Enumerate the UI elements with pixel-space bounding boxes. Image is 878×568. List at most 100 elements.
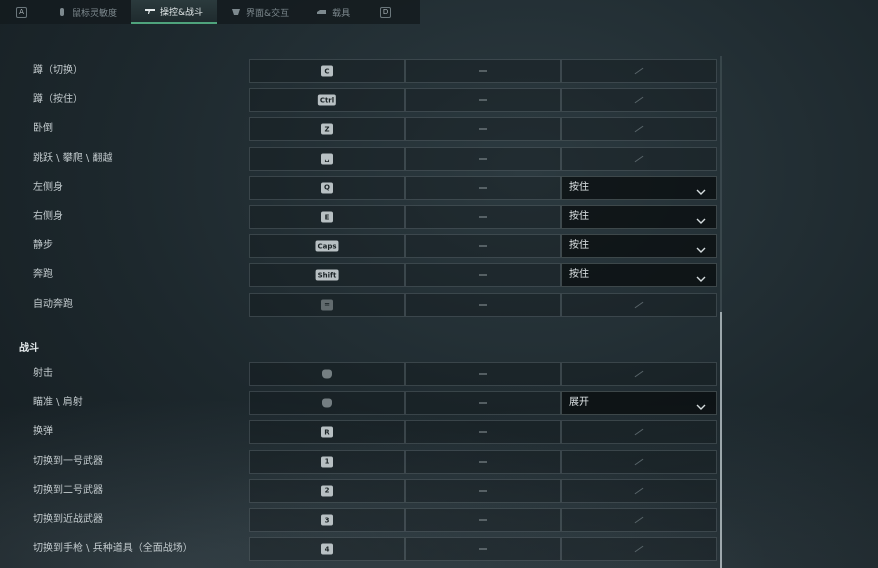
keybinding-row: 切换到一号武器 1 (0, 449, 878, 474)
keybinding-row: 自动奔跑 = (0, 292, 878, 317)
secondary-binding-slot[interactable] (405, 478, 561, 503)
keybinding-label: 切换到手枪 \ 兵种道具（全面战场） (33, 543, 193, 555)
not-applicable-icon (634, 516, 644, 524)
tab-bar: A 鼠标灵敏度 操控&战斗 界面&交互 载具 D (0, 0, 420, 24)
primary-binding-slot[interactable] (249, 391, 405, 416)
unbound-dash (479, 461, 487, 463)
tab-mouse-sensitivity[interactable]: 鼠标灵敏度 (43, 0, 131, 24)
keybinding-label: 跳跃 \ 攀爬 \ 翻越 (33, 152, 113, 164)
mode-dropdown[interactable]: 展开 (561, 391, 717, 416)
mode-dropdown[interactable]: 按住 (561, 205, 717, 229)
interface-icon (232, 9, 241, 15)
primary-binding-slot[interactable]: E (249, 205, 405, 229)
unbound-dash (479, 402, 487, 404)
tab-label: 界面&交互 (246, 8, 290, 19)
secondary-binding-slot[interactable] (405, 234, 561, 259)
mode-dropdown-value: 按住 (569, 269, 589, 281)
unbound-dash (479, 99, 487, 101)
keybinding-row: 右侧身 E 按住 (0, 205, 878, 229)
tab-controls-combat[interactable]: 操控&战斗 (131, 0, 218, 24)
mouse-left-icon (322, 369, 332, 379)
secondary-binding-slot[interactable] (405, 146, 561, 171)
secondary-binding-slot[interactable] (405, 59, 561, 83)
unbound-dash (479, 304, 487, 306)
keycap: = (321, 299, 333, 311)
keybinding-row: 静步 Caps 按住 (0, 234, 878, 259)
primary-binding-slot[interactable]: 1 (249, 449, 405, 474)
keybinding-label: 瞄准 \ 肩射 (33, 397, 83, 409)
tab-interface-interaction[interactable]: 界面&交互 (217, 0, 303, 24)
secondary-binding-slot[interactable] (405, 420, 561, 445)
mode-dropdown[interactable]: 按住 (561, 175, 717, 200)
secondary-binding-slot[interactable] (405, 88, 561, 113)
unbound-dash (479, 519, 487, 521)
unbound-dash (479, 373, 487, 375)
tab-label: 鼠标灵敏度 (72, 8, 118, 19)
mode-dropdown-value: 按住 (569, 211, 589, 222)
chevron-down-icon (696, 269, 706, 283)
primary-binding-slot[interactable] (249, 362, 405, 386)
not-applicable-icon (634, 429, 644, 436)
secondary-binding-slot[interactable] (405, 362, 561, 386)
secondary-binding-slot[interactable] (405, 508, 561, 532)
primary-binding-slot[interactable]: Shift (249, 263, 405, 288)
primary-binding-slot[interactable]: = (249, 292, 405, 317)
primary-binding-slot[interactable]: 3 (249, 508, 405, 532)
tab-next-hint: D (380, 6, 392, 18)
not-applicable-icon (634, 96, 644, 104)
mode-dropdown[interactable]: 按住 (561, 234, 717, 259)
scrollbar-thumb[interactable] (720, 312, 722, 568)
mode-slot-disabled (561, 449, 717, 474)
section-title-combat: 战斗 (19, 343, 39, 354)
rifle-icon (145, 9, 156, 14)
secondary-binding-slot[interactable] (405, 117, 561, 142)
mode-slot-disabled (561, 117, 717, 142)
keybinding-row: 跳跃 \ 攀爬 \ 翻越 ␣ (0, 146, 878, 171)
primary-binding-slot[interactable]: C (249, 59, 405, 83)
chevron-down-icon (696, 211, 706, 224)
secondary-binding-slot[interactable] (405, 449, 561, 474)
secondary-binding-slot[interactable] (405, 537, 561, 562)
secondary-binding-slot[interactable] (405, 263, 561, 288)
primary-binding-slot[interactable]: Z (249, 117, 405, 142)
secondary-binding-slot[interactable] (405, 292, 561, 317)
primary-binding-slot[interactable]: 4 (249, 537, 405, 562)
primary-binding-slot[interactable]: 2 (249, 478, 405, 503)
primary-binding-slot[interactable]: Caps (249, 234, 405, 259)
mouse-right-icon (322, 398, 332, 408)
mode-slot-disabled (561, 537, 717, 562)
primary-binding-slot[interactable]: ␣ (249, 146, 405, 171)
not-applicable-icon (634, 67, 644, 75)
keycap: Q (321, 182, 333, 194)
keybinding-row: 左侧身 Q 按住 (0, 175, 878, 200)
secondary-binding-slot[interactable] (405, 175, 561, 200)
keybinding-row: 瞄准 \ 肩射 展开 (0, 391, 878, 416)
keybinding-label: 左侧身 (33, 181, 63, 193)
keybinding-row: 射击 (0, 362, 878, 386)
unbound-dash (479, 431, 487, 433)
unbound-dash (479, 274, 487, 276)
mode-slot-disabled (561, 59, 717, 83)
vehicle-icon (317, 10, 327, 14)
keycap: Caps (315, 240, 339, 252)
secondary-binding-slot[interactable] (405, 391, 561, 416)
secondary-binding-slot[interactable] (405, 205, 561, 229)
keycap: C (321, 65, 333, 77)
tab-label: 操控&战斗 (160, 7, 204, 18)
mode-slot-disabled (561, 292, 717, 317)
primary-binding-slot[interactable]: Q (249, 175, 405, 200)
keybinding-row: 换弹 R (0, 420, 878, 445)
not-applicable-icon (634, 545, 644, 553)
tab-vehicles[interactable]: 载具 (303, 0, 364, 24)
unbound-dash (479, 216, 487, 218)
primary-binding-slot[interactable]: Ctrl (249, 88, 405, 113)
primary-binding-slot[interactable]: R (249, 420, 405, 445)
keybinding-label: 右侧身 (33, 211, 63, 222)
mouse-icon (60, 8, 64, 16)
mode-slot-disabled (561, 362, 717, 386)
unbound-dash (479, 187, 487, 189)
keybinding-row: 切换到近战武器 3 (0, 508, 878, 532)
unbound-dash (479, 70, 487, 72)
mode-dropdown[interactable]: 按住 (561, 263, 717, 288)
chevron-down-icon (696, 240, 706, 254)
